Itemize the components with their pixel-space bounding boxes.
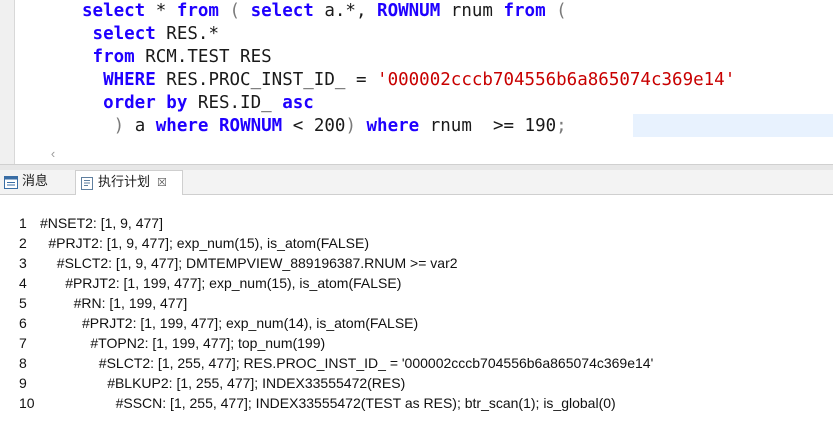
sql-keyword: where (155, 116, 209, 136)
sql-keyword: from (503, 1, 546, 21)
plan-line-number: 4 (19, 275, 27, 291)
plan-operator: #PRJT2: [1, 199, 477]; exp_num(15), is_a… (65, 275, 402, 291)
sql-token: RES.ID_ (187, 93, 283, 113)
sql-keyword: order by (103, 93, 188, 113)
sql-keyword: from (92, 47, 135, 67)
tab-execution-plan-label: 执行计划 (98, 175, 151, 190)
plan-row: 8 #SLCT2: [1, 255, 477]; RES.PROC_INST_ID… (0, 353, 833, 373)
result-tab-bar: 消息 执行计划 ☒ (0, 170, 833, 195)
code-line[interactable]: select RES.* (82, 23, 833, 46)
plan-operator: #RN: [1, 199, 477] (73, 295, 188, 311)
plan-line-number: 3 (19, 255, 27, 271)
sql-token: ( (545, 1, 567, 21)
messages-icon (4, 175, 18, 189)
sql-keyword: from (176, 1, 219, 21)
plan-operator: #SLCT2: [1, 9, 477]; DMTEMPVIEW_88919638… (56, 255, 458, 271)
tab-execution-plan[interactable]: 执行计划 ☒ (75, 170, 183, 195)
plan-row: 3 #SLCT2: [1, 9, 477]; DMTEMPVIEW_8891963… (0, 253, 833, 273)
sql-token: < 200 (282, 116, 346, 136)
plan-line-number: 10 (19, 395, 35, 411)
sql-keyword: select (250, 1, 314, 21)
sql-token: RES.PROC_INST_ID_ = (155, 70, 378, 90)
code-line[interactable]: WHERE RES.PROC_INST_ID_ = '000002cccb704… (82, 69, 833, 92)
plan-operator: #BLKUP2: [1, 255, 477]; INDEX33555472(RE… (107, 375, 406, 391)
plan-operator: #SSCN: [1, 255, 477]; INDEX33555472(TEST… (115, 395, 616, 411)
tab-messages-label: 消息 (22, 174, 49, 189)
plan-line-number: 9 (19, 375, 27, 391)
sql-keyword: select (82, 1, 146, 21)
editor-gutter (0, 0, 15, 164)
sql-keyword: where (366, 116, 420, 136)
sql-token: RES.* (155, 24, 219, 44)
plan-row: 2 #PRJT2: [1, 9, 477]; exp_num(15), is_at… (0, 233, 833, 253)
sql-token: rnum >= 190 (419, 116, 557, 136)
code-line[interactable]: select * from ( select a.*, ROWNUM rnum … (82, 0, 833, 23)
plan-line-number: 7 (19, 335, 27, 351)
sql-token: a.*, (313, 1, 378, 21)
plan-row: 1 #NSET2: [1, 9, 477] (0, 213, 833, 233)
execution-plan-icon (81, 176, 93, 190)
plan-row: 6 #PRJT2: [1, 199, 477]; exp_num(14), is_… (0, 313, 833, 333)
sql-string: '000002cccb704556b6a865074c369e14' (377, 70, 736, 90)
sql-token: ) (345, 116, 367, 136)
plan-line-number: 8 (19, 355, 27, 371)
plan-row: 9 #BLKUP2: [1, 255, 477]; INDEX33555472(R… (0, 373, 833, 393)
code-line[interactable]: from RCM.TEST RES (82, 46, 833, 69)
plan-line-number: 6 (19, 315, 27, 331)
sql-token: ; (556, 116, 567, 136)
sql-token: a (134, 116, 156, 136)
plan-line-number: 1 (19, 215, 27, 231)
sql-keyword: asc (282, 93, 314, 113)
plan-row: 5 #RN: [1, 199, 477] (0, 293, 833, 313)
sql-token: RCM.TEST RES (134, 47, 272, 67)
plan-line-number: 2 (19, 235, 27, 251)
sql-keyword: ROWNUM (219, 116, 283, 136)
plan-operator: #NSET2: [1, 9, 477] (40, 215, 163, 231)
sql-token: ) (82, 116, 135, 136)
plan-row: 10 #SSCN: [1, 255, 477]; INDEX33555472(TE… (0, 393, 833, 413)
sql-token: rnum (440, 1, 504, 21)
sql-code[interactable]: select * from ( select a.*, ROWNUM rnum … (82, 0, 833, 138)
execution-plan-output: 1 #NSET2: [1, 9, 477] 2 #PRJT2: [1, 9, 477]… (0, 195, 833, 424)
sql-token: * (145, 1, 177, 21)
scroll-left-icon[interactable]: ‹ (45, 144, 61, 164)
sql-token: ( (218, 1, 251, 21)
plan-operator: #TOPN2: [1, 199, 477]; top_num(199) (90, 335, 326, 351)
close-tab-icon[interactable]: ☒ (157, 171, 167, 195)
sql-keyword: select (92, 24, 156, 44)
plan-row: 4 #PRJT2: [1, 199, 477]; exp_num(15), is_… (0, 273, 833, 293)
plan-operator: #PRJT2: [1, 199, 477]; exp_num(14), is_a… (82, 315, 419, 331)
sql-keyword: WHERE (103, 70, 156, 90)
plan-line-number: 5 (19, 295, 27, 311)
horizontal-scrollbar[interactable]: ‹ (15, 144, 833, 164)
plan-operator: #SLCT2: [1, 255, 477]; RES.PROC_INST_ID_… (98, 355, 654, 371)
plan-row: 7 #TOPN2: [1, 199, 477]; top_num(199) (0, 333, 833, 353)
plan-operator: #PRJT2: [1, 9, 477]; exp_num(15), is_ato… (48, 235, 369, 251)
tab-messages[interactable]: 消息 (0, 170, 74, 194)
sql-keyword: ROWNUM (377, 1, 441, 21)
code-line[interactable]: ) a where ROWNUM < 200) where rnum >= 19… (82, 115, 833, 138)
sql-editor[interactable]: select * from ( select a.*, ROWNUM rnum … (0, 0, 833, 144)
code-line[interactable]: order by RES.ID_ asc (82, 92, 833, 115)
